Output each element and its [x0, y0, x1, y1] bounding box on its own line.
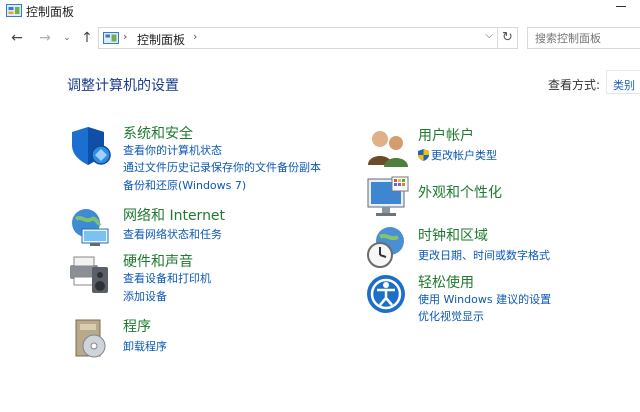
category-clock-region: 时钟和区域 更改日期、时间或数字格式 — [366, 225, 626, 269]
category-title-hardware-sound[interactable]: 硬件和声音 — [123, 251, 193, 271]
title-bar: 控制面板 — [0, 0, 640, 22]
network-globe-icon[interactable] — [68, 205, 112, 249]
uac-shield-icon — [418, 149, 429, 161]
link-change-account-type-label: 更改帐户类型 — [431, 149, 497, 162]
link-optimize-visual-display[interactable]: 优化视觉显示 — [418, 308, 484, 324]
link-file-history-backup[interactable]: 通过文件历史记录保存你的文件备份副本 — [123, 159, 321, 175]
page-title: 调整计算机的设置 — [67, 78, 179, 94]
ease-of-access-icon[interactable] — [366, 272, 410, 316]
address-dropdown-chevron-icon[interactable]: ⌵ — [485, 30, 493, 41]
category-title-programs[interactable]: 程序 — [123, 316, 151, 336]
control-panel-icon — [6, 4, 22, 17]
programs-disc-icon[interactable] — [68, 316, 112, 360]
breadcrumb-chevron-icon[interactable]: › — [193, 30, 197, 43]
link-add-device[interactable]: 添加设备 — [123, 288, 167, 304]
view-by-select[interactable]: 类别 — [606, 70, 640, 94]
category-title-network-internet[interactable]: 网络和 Internet — [123, 205, 225, 225]
clock-globe-icon[interactable] — [366, 225, 410, 269]
category-title-system-security[interactable]: 系统和安全 — [123, 123, 193, 143]
back-arrow-icon[interactable]: ← — [8, 29, 26, 47]
category-appearance: 外观和个性化 — [366, 175, 626, 221]
up-arrow-icon[interactable]: ↑ — [78, 29, 96, 47]
refresh-icon[interactable]: ↻ — [498, 27, 518, 49]
category-title-ease-of-access[interactable]: 轻松使用 — [418, 272, 474, 292]
category-user-accounts: 用户帐户 更改帐户类型 — [366, 125, 626, 169]
window-title: 控制面板 — [26, 5, 75, 19]
recent-locations-chevron-icon[interactable]: ⌄ — [58, 29, 76, 47]
breadcrumb-chevron-icon: › — [123, 30, 128, 43]
category-network-internet: 网络和 Internet 查看网络状态和任务 — [68, 205, 348, 246]
category-system-security: 系统和安全 查看你的计算机状态 通过文件历史记录保存你的文件备份副本 备份和还原… — [68, 123, 348, 195]
link-windows-recommended-settings[interactable]: 使用 Windows 建议的设置 — [418, 291, 551, 307]
users-icon[interactable] — [366, 125, 410, 169]
link-change-account-type[interactable]: 更改帐户类型 — [418, 147, 497, 163]
category-programs: 程序 卸载程序 — [68, 316, 348, 360]
view-by-label: 查看方式: — [548, 78, 601, 92]
control-panel-small-icon — [103, 32, 119, 44]
link-view-computer-status[interactable]: 查看你的计算机状态 — [123, 142, 222, 158]
breadcrumb[interactable]: 控制面板 — [137, 31, 185, 48]
forward-arrow-icon[interactable]: → — [36, 29, 54, 47]
category-hardware-sound: 硬件和声音 查看设备和打印机 添加设备 — [68, 251, 348, 307]
category-title-user-accounts[interactable]: 用户帐户 — [418, 125, 474, 145]
minimize-button[interactable] — [616, 6, 626, 7]
printer-speaker-icon[interactable] — [68, 251, 112, 295]
link-network-status[interactable]: 查看网络状态和任务 — [123, 226, 222, 242]
category-title-clock-region[interactable]: 时钟和区域 — [418, 225, 488, 245]
link-devices-printers[interactable]: 查看设备和打印机 — [123, 270, 211, 286]
monitor-personalize-icon[interactable] — [366, 175, 410, 219]
navigation-bar: ← → ⌄ ↑ › 控制面板 › ⌵ ↻ — [0, 26, 640, 52]
security-shield-icon[interactable] — [68, 123, 112, 167]
category-title-appearance[interactable]: 外观和个性化 — [418, 182, 502, 202]
address-bar[interactable]: › 控制面板 › ⌵ — [98, 27, 498, 49]
link-change-date-time-format[interactable]: 更改日期、时间或数字格式 — [418, 247, 550, 263]
search-input[interactable] — [527, 27, 640, 49]
category-ease-of-access: 轻松使用 使用 Windows 建议的设置 优化视觉显示 — [366, 272, 626, 324]
link-uninstall-program[interactable]: 卸载程序 — [123, 338, 167, 354]
link-backup-restore[interactable]: 备份和还原(Windows 7) — [123, 177, 246, 193]
